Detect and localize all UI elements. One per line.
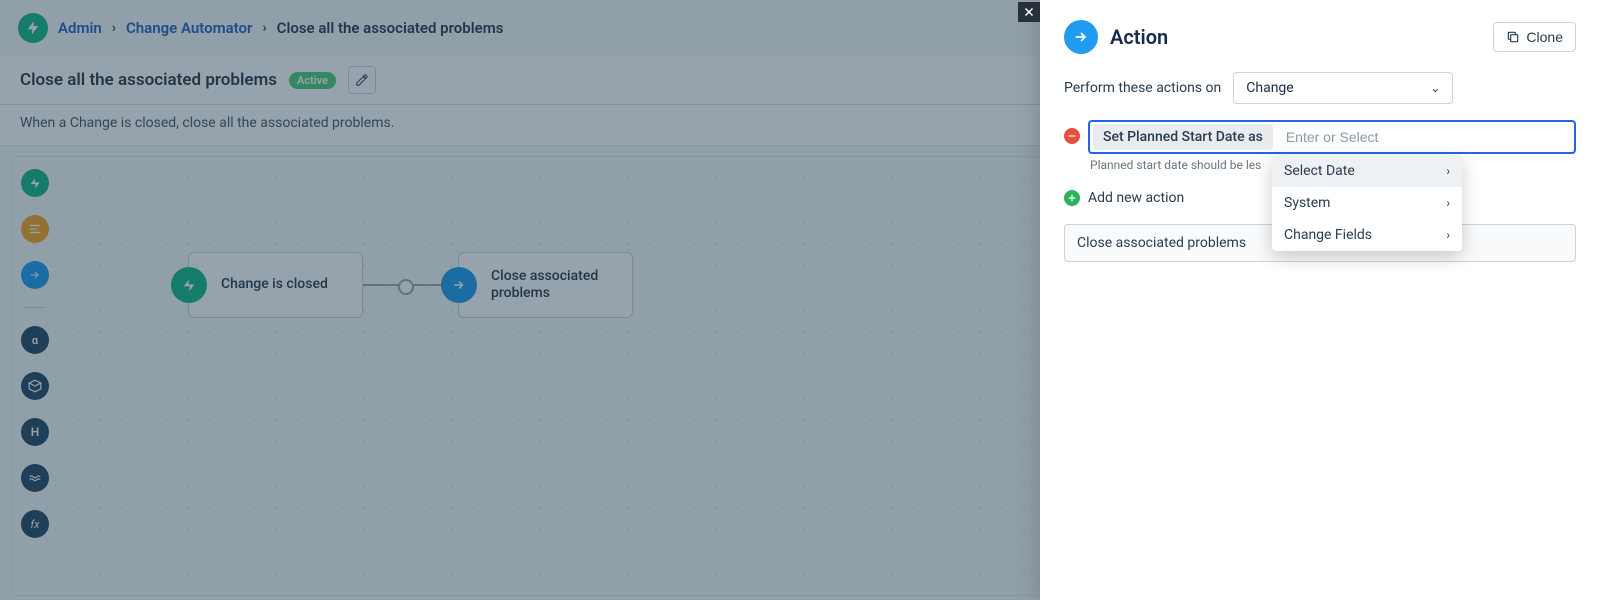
perform-actions-value: Change [1246, 80, 1293, 96]
dropdown-item-label: Select Date [1284, 163, 1355, 179]
perform-actions-row: Perform these actions on Change ⌄ [1040, 72, 1600, 120]
chevron-right-icon: › [1446, 164, 1450, 178]
remove-action-button[interactable] [1064, 128, 1080, 144]
panel-title: Action [1110, 25, 1168, 49]
action-condition-row: Set Planned Start Date as Select Date › … [1040, 120, 1600, 154]
perform-actions-select[interactable]: Change ⌄ [1233, 72, 1453, 104]
dropdown-item-label: System [1284, 195, 1330, 211]
dropdown-item-change-fields[interactable]: Change Fields › [1272, 219, 1462, 251]
dropdown-item-system[interactable]: System › [1272, 187, 1462, 219]
action-field[interactable]: Set Planned Start Date as [1088, 120, 1576, 154]
action-icon [1064, 20, 1098, 54]
associated-action-label: Close associated problems [1077, 235, 1246, 251]
chevron-right-icon: › [1446, 228, 1450, 242]
dropdown-item-label: Change Fields [1284, 227, 1372, 243]
close-button[interactable] [1018, 2, 1040, 22]
panel-header: Action Clone [1040, 0, 1600, 72]
chevron-right-icon: › [1446, 196, 1450, 210]
chevron-down-icon: ⌄ [1430, 81, 1440, 95]
dropdown-item-select-date[interactable]: Select Date › [1272, 155, 1462, 187]
copy-icon [1506, 30, 1520, 44]
action-suggestions-dropdown: Select Date › System › Change Fields › [1272, 155, 1462, 251]
action-field-chip[interactable]: Set Planned Start Date as [1093, 124, 1273, 150]
action-field-input[interactable] [1276, 129, 1574, 145]
action-panel: Action Clone Perform these actions on Ch… [1040, 0, 1600, 600]
plus-icon [1064, 190, 1080, 206]
clone-button[interactable]: Clone [1493, 22, 1576, 52]
add-action-label: Add new action [1088, 190, 1184, 206]
perform-actions-label: Perform these actions on [1064, 80, 1221, 96]
clone-button-label: Clone [1526, 29, 1563, 45]
